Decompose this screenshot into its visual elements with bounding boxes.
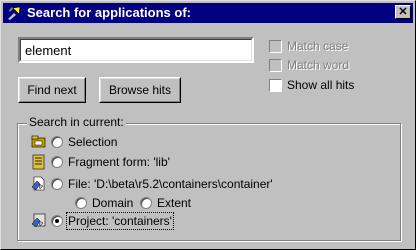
browse-hits-label: Browse hits bbox=[108, 83, 172, 97]
selection-folder-icon bbox=[31, 135, 46, 148]
show-all-hits-label: Show all hits bbox=[287, 78, 355, 92]
fragment-form-icon bbox=[32, 154, 45, 170]
radio-project-button[interactable] bbox=[51, 215, 63, 227]
radio-file-button[interactable] bbox=[51, 178, 63, 190]
show-all-hits-checkbox[interactable]: Show all hits bbox=[269, 78, 354, 92]
match-case-checkbox[interactable]: Match case bbox=[269, 39, 348, 53]
search-field[interactable] bbox=[18, 37, 254, 63]
search-input[interactable] bbox=[22, 41, 248, 59]
title-bar[interactable]: Search for applications of: ✕ bbox=[3, 3, 413, 23]
file-icon bbox=[31, 176, 45, 191]
radio-extent-label: Extent bbox=[157, 196, 192, 210]
match-case-label: Match case bbox=[287, 39, 349, 53]
browse-hits-button[interactable]: Browse hits bbox=[99, 77, 181, 103]
match-word-label: Match word bbox=[287, 58, 350, 72]
window-title: Search for applications of: bbox=[27, 5, 191, 20]
radio-fragment-form[interactable]: Fragment form: 'lib' bbox=[51, 155, 170, 169]
radio-fragment-form-label: Fragment form: 'lib' bbox=[68, 155, 170, 169]
search-scope-title: Search in current: bbox=[27, 115, 126, 129]
radio-selection-label: Selection bbox=[68, 135, 118, 149]
find-next-label: Find next bbox=[27, 83, 77, 97]
close-button[interactable]: ✕ bbox=[395, 5, 411, 19]
match-word-checkbox[interactable]: Match word bbox=[269, 58, 349, 72]
radio-fragment-form-button[interactable] bbox=[51, 156, 63, 168]
radio-selection-button[interactable] bbox=[51, 136, 63, 148]
radio-domain-button[interactable] bbox=[75, 197, 87, 209]
radio-project-label: Project: 'containers' bbox=[66, 212, 174, 230]
radio-file[interactable]: File: 'D:\beta\r5.2\containers\container… bbox=[51, 177, 273, 191]
radio-extent[interactable]: Extent bbox=[140, 196, 191, 210]
radio-extent-button[interactable] bbox=[140, 197, 152, 209]
project-icon bbox=[31, 213, 46, 228]
match-case-box[interactable] bbox=[269, 39, 282, 53]
radio-selection[interactable]: Selection bbox=[51, 135, 117, 149]
radio-project[interactable]: Project: 'containers' bbox=[51, 212, 174, 230]
radio-domain-label: Domain bbox=[92, 196, 134, 210]
radio-file-label: File: 'D:\beta\r5.2\containers\container… bbox=[68, 177, 273, 191]
radio-domain[interactable]: Domain bbox=[75, 196, 133, 210]
search-app-icon bbox=[8, 6, 21, 20]
close-icon: ✕ bbox=[398, 6, 408, 18]
search-dialog: Search for applications of: ✕ Find next … bbox=[0, 0, 416, 250]
show-all-hits-box[interactable] bbox=[269, 78, 282, 92]
match-word-box[interactable] bbox=[269, 58, 282, 72]
find-next-button[interactable]: Find next bbox=[18, 77, 86, 103]
